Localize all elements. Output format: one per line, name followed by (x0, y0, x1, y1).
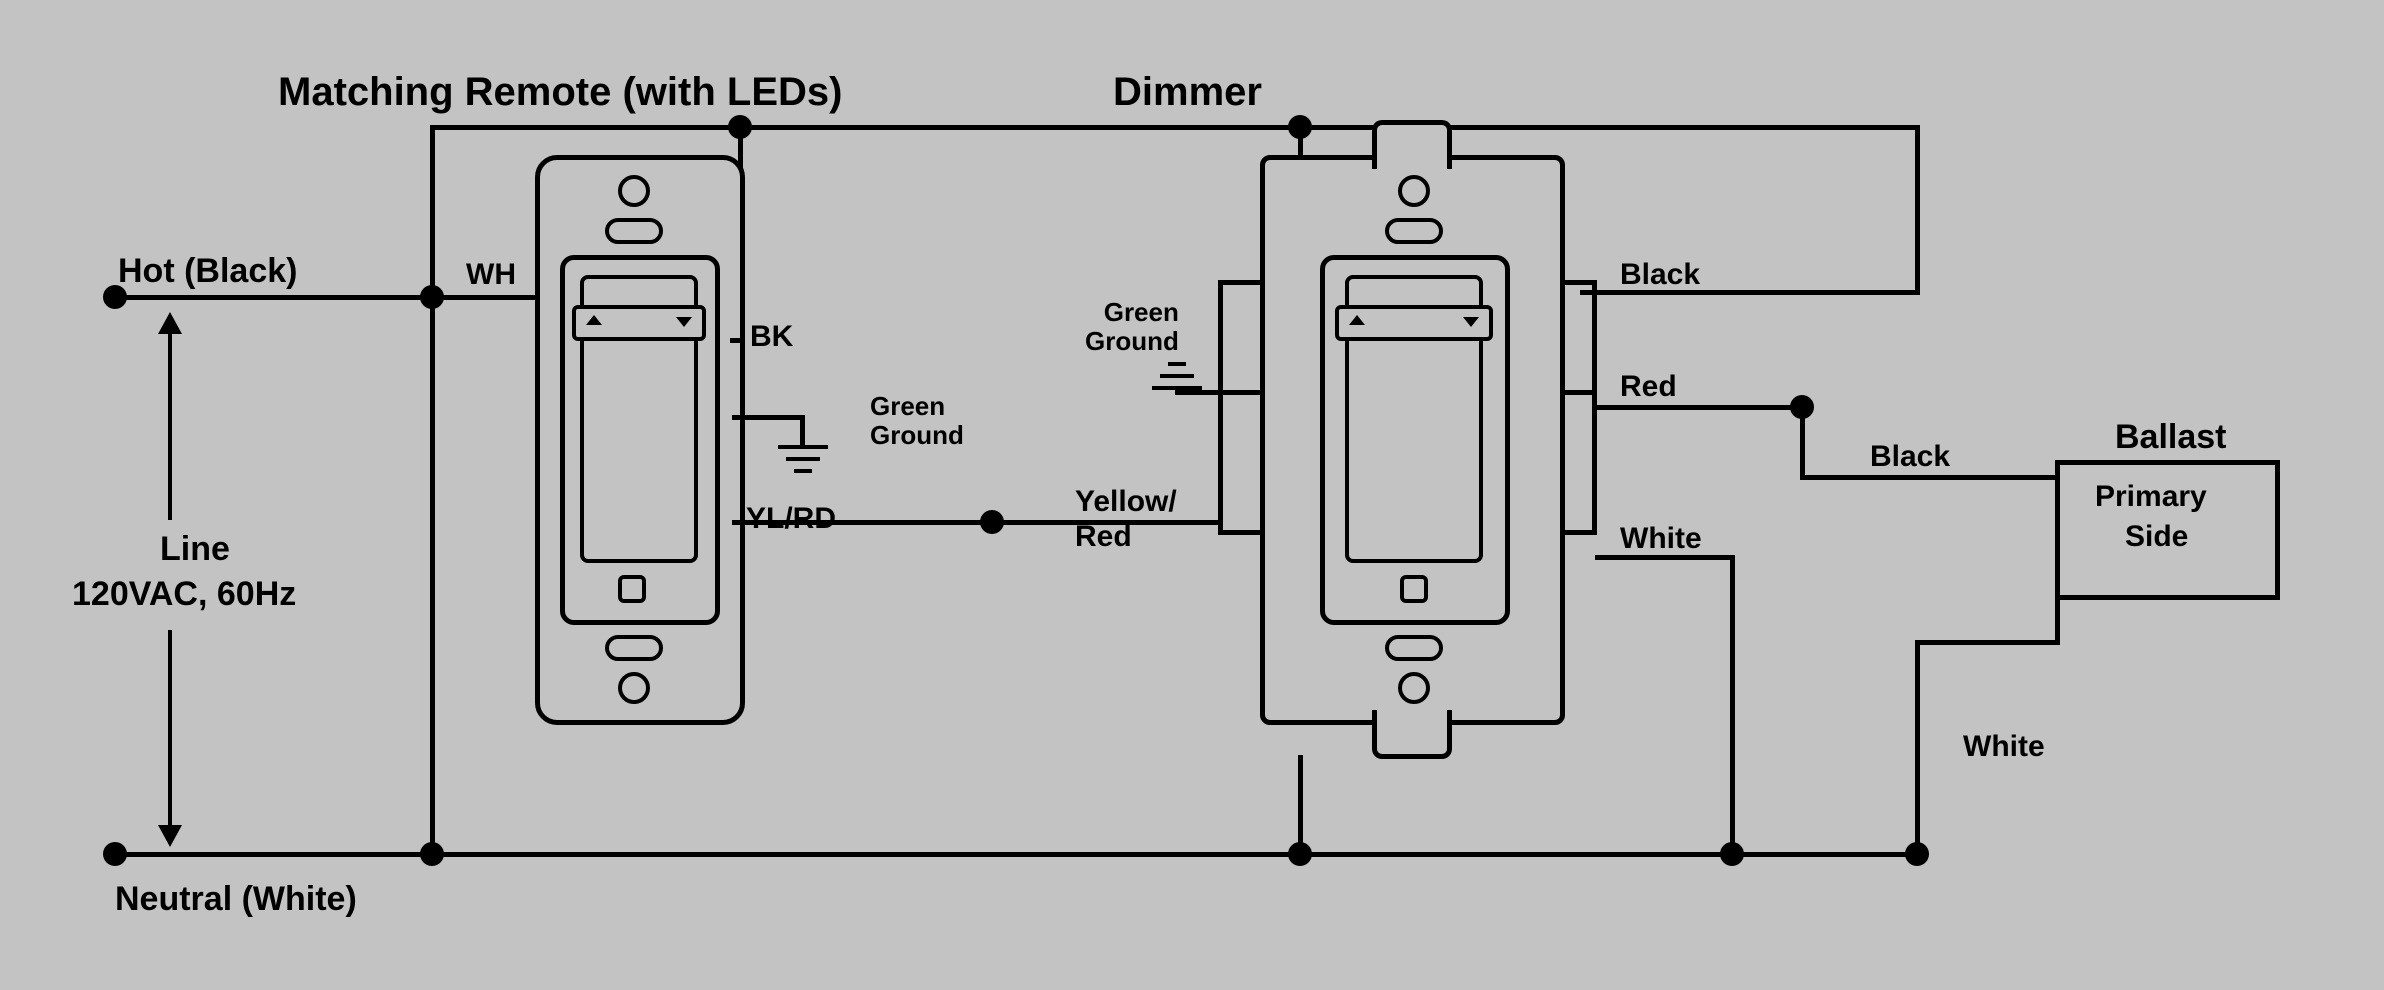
button (618, 575, 646, 603)
wire (1175, 390, 1223, 395)
mounting-tab (1372, 710, 1452, 759)
ballast-white-label: White (1963, 730, 2045, 764)
line-label-1: Line (160, 530, 230, 569)
wire (1218, 280, 1223, 395)
ballast-title: Ballast (2115, 418, 2227, 457)
remote-wh-label: WH (466, 258, 516, 292)
junction-node (420, 842, 444, 866)
wire (732, 415, 802, 420)
indicator-pill (1385, 218, 1443, 244)
wire (1915, 640, 2060, 645)
wire (430, 295, 540, 300)
ballast-black-label: Black (1870, 440, 1950, 474)
dimmer-white-label: White (1620, 522, 1702, 556)
line-arrow-shaft (168, 330, 172, 520)
screw-hole (1398, 175, 1430, 207)
line-label-2: 120VAC, 60Hz (72, 575, 296, 614)
wire (430, 125, 1920, 130)
wire (115, 852, 1918, 857)
mounting-tab (1372, 120, 1452, 169)
neutral-label: Neutral (White) (115, 880, 357, 919)
hot-label: Hot (Black) (118, 252, 297, 291)
indicator-pill (1385, 635, 1443, 661)
wire (1218, 390, 1223, 535)
junction-node (1905, 842, 1929, 866)
wire (115, 295, 435, 300)
ballast-primary: Primary (2095, 480, 2207, 514)
wire (732, 520, 992, 525)
wire (1592, 390, 1597, 535)
screw-hole (1398, 672, 1430, 704)
wire (1218, 390, 1263, 395)
remote-ground-label: Green Ground (870, 392, 964, 449)
dimmer-red-label: Red (1620, 370, 1677, 404)
remote-title: Matching Remote (with LEDs) (278, 70, 842, 115)
wiring-diagram: Matching Remote (with LEDs) Dimmer Hot (… (0, 0, 2384, 990)
wire (800, 415, 805, 445)
wire (1298, 125, 1303, 160)
remote-bk-label: BK (750, 320, 793, 354)
wire (1800, 475, 2060, 480)
wire (430, 125, 435, 825)
arrow-up-icon (158, 312, 182, 334)
wire (1592, 280, 1597, 395)
wire (1595, 555, 1735, 560)
dimmer-ylrd-label-1: Yellow/ (1075, 485, 1177, 519)
arrow-down-icon (158, 825, 182, 847)
wire (1915, 125, 1920, 295)
remote-slider-knob (572, 305, 706, 341)
remote-ylrd-label: YL/RD (746, 502, 836, 536)
dimmer-title: Dimmer (1113, 70, 1262, 115)
indicator-pill (605, 635, 663, 661)
dimmer-black-label: Black (1620, 258, 1700, 292)
wire (1730, 555, 1735, 855)
ballast-side: Side (2125, 520, 2188, 554)
wire (1218, 530, 1263, 535)
screw-hole (618, 672, 650, 704)
indicator-pill (605, 218, 663, 244)
wire (1915, 640, 1920, 855)
wire (730, 338, 742, 343)
wire (1595, 405, 1805, 410)
wire (1218, 280, 1263, 285)
wire (1298, 755, 1303, 855)
dimmer-ylrd-label-2: Red (1075, 520, 1132, 554)
wire (2055, 575, 2060, 645)
dimmer-slider-knob (1335, 305, 1493, 341)
screw-hole (618, 175, 650, 207)
line-arrow-shaft (168, 630, 172, 830)
dimmer-ground-label: Green Ground (1085, 298, 1179, 355)
button (1400, 575, 1428, 603)
wire (1800, 405, 1805, 480)
